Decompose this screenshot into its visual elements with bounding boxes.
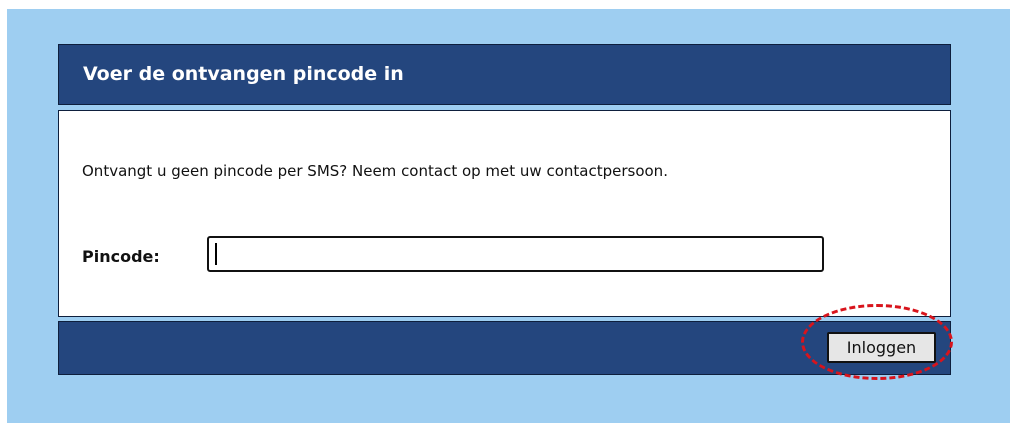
dialog-header: Voer de ontvangen pincode in	[58, 44, 951, 105]
dialog-body: Ontvangt u geen pincode per SMS? Neem co…	[58, 110, 951, 317]
login-button[interactable]: Inloggen	[827, 332, 936, 363]
dialog-title: Voer de ontvangen pincode in	[83, 63, 404, 85]
dialog-footer: Inloggen	[58, 321, 951, 375]
pincode-label: Pincode:	[82, 247, 160, 266]
pincode-input[interactable]	[207, 236, 824, 272]
sms-help-message: Ontvangt u geen pincode per SMS? Neem co…	[82, 162, 668, 180]
text-cursor	[215, 243, 217, 265]
